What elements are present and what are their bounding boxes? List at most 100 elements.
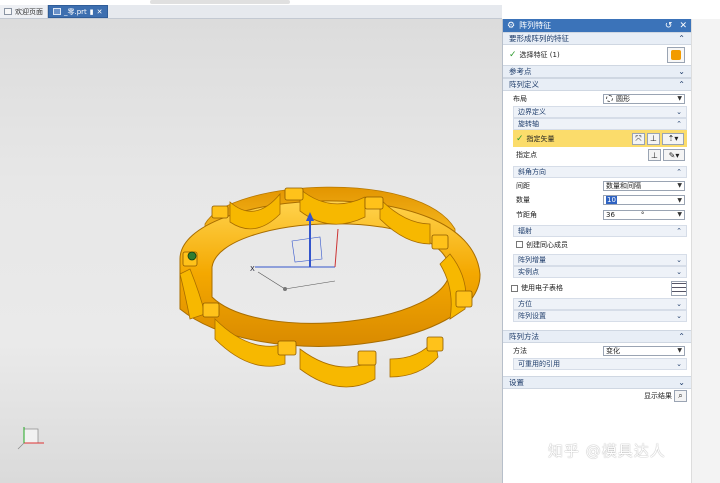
spacing-dropdown[interactable]: 数量和间隔 ▼ xyxy=(603,180,685,191)
subgroup-title: 旋转轴 xyxy=(518,120,539,128)
blurred-title xyxy=(150,0,290,4)
count-value: 10 xyxy=(606,196,617,204)
point-dialog-icon[interactable]: ⊥ xyxy=(648,149,661,161)
pitch-angle-row: 节距角 36 ° ▼ xyxy=(503,207,691,222)
close-icon[interactable]: ✕ xyxy=(679,21,687,31)
chevron-down-icon: ⌄ xyxy=(678,67,685,76)
show-result-row: 显示结果 ⌕ xyxy=(503,389,691,403)
select-feature-label: 选择特征 (1) xyxy=(519,51,560,59)
specify-vector-label: 指定矢量 xyxy=(526,134,555,143)
subgroup-title: 方位 xyxy=(518,300,532,308)
group-features-to-pattern[interactable]: 要形成阵列的特征 ⌃ xyxy=(503,32,691,45)
subgroup-title: 阵列增量 xyxy=(518,256,546,264)
chevron-down-icon: ⌄ xyxy=(676,300,682,308)
group-title: 阵列定义 xyxy=(509,80,539,89)
specify-point-label: 指定点 xyxy=(516,151,537,159)
subgroup-title: 阵列设置 xyxy=(518,312,546,320)
use-spreadsheet-row[interactable]: 使用电子表格 xyxy=(503,278,691,298)
subgroup-rotation-axis[interactable]: 旋转轴 ⌃ xyxy=(513,118,687,130)
create-concentric-label: 创建同心成员 xyxy=(526,240,568,249)
dropdown-arrow-icon: ▼ xyxy=(677,347,682,354)
view-triad-icon[interactable] xyxy=(17,427,44,450)
right-edge-strip xyxy=(691,19,720,483)
subgroup-title: 边界定义 xyxy=(518,108,546,116)
layout-value: 圆形 xyxy=(616,94,630,103)
subgroup-boundary-definition[interactable]: 边界定义 ⌄ xyxy=(513,106,687,118)
count-input[interactable]: 10 ▼ xyxy=(603,195,685,205)
gear-icon: ⚙ xyxy=(507,20,516,31)
chevron-up-icon: ⌃ xyxy=(678,332,685,341)
group-pattern-method[interactable]: 阵列方法 ⌃ xyxy=(503,330,691,343)
checkmark-icon: ✓ xyxy=(509,50,517,60)
spacing-row: 间距 数量和间隔 ▼ xyxy=(503,178,691,193)
graphics-viewport[interactable]: X xyxy=(0,19,502,483)
method-value: 变化 xyxy=(606,346,620,355)
subgroup-instance-point[interactable]: 实例点 ⌄ xyxy=(513,266,687,278)
spreadsheet-icon[interactable] xyxy=(671,280,687,296)
show-result-label: 显示结果 xyxy=(644,392,672,400)
reset-icon[interactable]: ↺ xyxy=(665,21,673,31)
pitch-angle-value: 36 xyxy=(606,210,615,219)
method-row: 方法 变化 ▼ xyxy=(503,343,691,358)
close-icon[interactable]: ✕ xyxy=(97,8,103,16)
subgroup-pattern-increment[interactable]: 阵列增量 ⌄ xyxy=(513,254,687,266)
subgroup-title: 斜角方向 xyxy=(518,168,546,176)
page-icon xyxy=(4,8,12,15)
subgroup-title: 实例点 xyxy=(518,268,539,276)
dropdown-arrow-icon: ▼ xyxy=(677,211,682,218)
method-label: 方法 xyxy=(513,346,527,355)
count-row: 数量 10 ▼ xyxy=(503,193,691,207)
group-reference-point[interactable]: 参考点 ⌄ xyxy=(503,65,691,78)
chevron-down-icon: ⌄ xyxy=(678,378,685,387)
group-title: 设置 xyxy=(509,378,524,387)
subgroup-pattern-settings[interactable]: 阵列设置 ⌄ xyxy=(513,310,687,322)
spacing-label: 间距 xyxy=(516,181,530,190)
document-tab-bar: 欢迎页面 _零.prt ▮ ✕ xyxy=(0,5,502,19)
layout-label: 布局 xyxy=(513,94,527,103)
reverse-direction-icon[interactable]: ⤧ xyxy=(632,132,645,145)
specify-vector-row[interactable]: ✓ 指定矢量 ⤧ ⊥ ⇡▾ xyxy=(513,130,687,147)
layout-dropdown[interactable]: 圆形 ▼ xyxy=(603,93,685,104)
subgroup-reusable-references[interactable]: 可重用的引用 ⌄ xyxy=(513,358,687,370)
method-dropdown[interactable]: 变化 ▼ xyxy=(603,345,685,356)
checkmark-icon: ✓ xyxy=(516,133,524,144)
vector-type-dropdown[interactable]: ⇡▾ xyxy=(662,132,684,145)
pitch-angle-unit: ° xyxy=(640,210,645,219)
create-concentric-row[interactable]: 创建同心成员 xyxy=(503,237,691,252)
group-settings[interactable]: 设置 ⌄ xyxy=(503,376,691,389)
group-pattern-definition[interactable]: 阵列定义 ⌃ xyxy=(503,78,691,91)
subgroup-angle-direction[interactable]: 斜角方向 ⌃ xyxy=(513,166,687,178)
feature-cube-icon xyxy=(671,50,681,60)
subgroup-title: 可重用的引用 xyxy=(518,360,560,368)
circle-layout-icon xyxy=(606,95,613,102)
tab-welcome[interactable]: 欢迎页面 xyxy=(0,5,48,18)
tab-part-file[interactable]: _零.prt ▮ ✕ xyxy=(48,5,108,18)
pin-icon[interactable]: ▮ xyxy=(90,8,94,16)
dropdown-arrow-icon: ▼ xyxy=(677,182,682,189)
pitch-angle-input[interactable]: 36 ° ▼ xyxy=(603,209,685,220)
vector-dialog-icon[interactable]: ⊥ xyxy=(647,132,660,145)
chevron-up-icon: ⌃ xyxy=(678,34,685,43)
pitch-angle-label: 节距角 xyxy=(516,210,537,219)
tab-label: 欢迎页面 xyxy=(15,7,43,16)
select-feature-row[interactable]: ✓ 选择特征 (1) xyxy=(503,45,691,65)
use-spreadsheet-checkbox[interactable] xyxy=(511,284,518,292)
dialog-title-bar: ⚙ 阵列特征 ↺ ✕ xyxy=(503,19,691,32)
group-title: 阵列方法 xyxy=(509,332,539,341)
chevron-down-icon: ⌄ xyxy=(676,268,682,276)
create-concentric-checkbox[interactable] xyxy=(516,241,523,248)
svg-text:X: X xyxy=(250,265,255,273)
selected-feature-marker xyxy=(187,251,197,261)
feature-select-button[interactable] xyxy=(667,47,685,63)
subgroup-radiate[interactable]: 辐射 ⌃ xyxy=(513,225,687,237)
dropdown-arrow-icon: ▼ xyxy=(677,95,682,102)
part-file-icon xyxy=(53,8,61,15)
layout-row: 布局 圆形 ▼ xyxy=(503,91,691,106)
specify-point-row[interactable]: 指定点 ⊥ ✎▾ xyxy=(503,147,691,163)
subgroup-orientation[interactable]: 方位 ⌄ xyxy=(513,298,687,310)
point-type-dropdown[interactable]: ✎▾ xyxy=(663,149,685,161)
magnifier-icon[interactable]: ⌕ xyxy=(674,390,687,402)
chevron-down-icon: ⌄ xyxy=(676,312,682,320)
use-spreadsheet-label: 使用电子表格 xyxy=(521,284,563,292)
ring-model-canvas[interactable]: X xyxy=(0,19,502,483)
